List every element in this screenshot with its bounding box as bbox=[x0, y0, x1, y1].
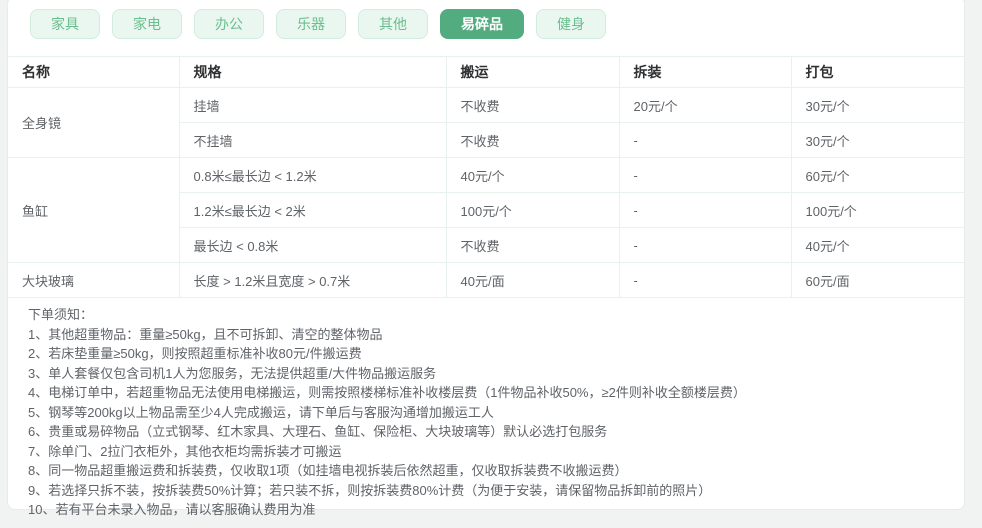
pack-cell: 60元/个 bbox=[791, 157, 964, 193]
pack-cell: 100元/个 bbox=[791, 192, 964, 228]
notes-title: 下单须知： bbox=[28, 307, 94, 322]
disassemble-cell: - bbox=[619, 122, 792, 158]
note-item: 5、钢琴等200kg以上物品需至少4人完成搬运，请下单后与客服沟通增加搬运工人 bbox=[28, 404, 494, 420]
column-header-name: 名称 bbox=[8, 56, 180, 88]
price-table-body: 全身镜 挂墙 不收费 20元/个 30元/个 不挂墙 不收费 -30元/个 鱼缸 0.8米≤最长边… bbox=[8, 87, 964, 298]
spec-cell: 挂墙 bbox=[179, 87, 447, 123]
pack-cell: 30元/个 bbox=[791, 122, 964, 158]
move-cell: 不收费 bbox=[446, 227, 620, 263]
tab-2[interactable]: 家电 bbox=[112, 9, 182, 39]
item-name-cell: 鱼缸 bbox=[8, 157, 180, 263]
spec-cell: 长度 > 1.2米且宽度 > 0.7米 bbox=[179, 262, 447, 298]
column-header-spec: 规格 bbox=[179, 56, 447, 88]
note-item: 2、若床垫重量≥50kg，则按照超重标准补收80元/件搬运费 bbox=[28, 346, 362, 361]
item-name-cell: 大块玻璃 bbox=[8, 262, 180, 298]
table-row: 鱼缸 0.8米≤最长边 < 1.2米 40元/个 -60元/个 bbox=[8, 157, 964, 263]
note-item: 6、贵重或易碎物品（立式钢琴、红木家具、大理石、鱼缸、保险柜、大块玻璃等）默认必… bbox=[28, 424, 608, 439]
note-item: 10、若有平台未录入物品，请以客服确认费用为准 bbox=[28, 502, 316, 517]
note-item: 9、若选择只拆不装，按拆装费50%计算；若只装不拆，则按拆装费80%计费（为便于… bbox=[28, 482, 712, 498]
spec-cell: 1.2米≤最长边 < 2米 bbox=[179, 192, 447, 228]
price-table: 名称 规格 搬运 拆装 打包 全身镜 挂墙 不收费 20元/个 30元/个 不挂墙 不收费 -… bbox=[8, 56, 964, 298]
disassemble-cell: - bbox=[619, 192, 792, 228]
move-cell: 100元/个 bbox=[446, 192, 620, 228]
tab-6-active[interactable]: 易碎品 bbox=[440, 9, 524, 39]
column-header-move: 搬运 bbox=[446, 56, 620, 88]
order-notes: 下单须知： 1、其他超重物品：重量≥50kg，且不可拆卸、清空的整体物品 2、若床… bbox=[8, 298, 964, 520]
move-cell: 40元/面 bbox=[446, 262, 620, 298]
disassemble-cell: - bbox=[619, 227, 792, 263]
note-item: 4、电梯订单中，若超重物品无法使用电梯搬运，则需按照楼梯标准补收楼层费（1件物品… bbox=[28, 385, 746, 400]
pack-cell: 60元/面 bbox=[791, 262, 964, 298]
item-name-cell: 全身镜 bbox=[8, 87, 180, 158]
tab-4[interactable]: 乐器 bbox=[276, 9, 346, 39]
note-item: 7、除单门、2拉门衣柜外，其他衣柜均需拆装才可搬运 bbox=[28, 443, 342, 459]
pack-cell: 40元/个 bbox=[791, 227, 964, 263]
table-row: 大块玻璃 长度 > 1.2米且宽度 > 0.7米 40元/面 -60元/面 bbox=[8, 262, 964, 298]
column-header-pack: 打包 bbox=[791, 56, 964, 88]
table-header-row: 名称 规格 搬运 拆装 打包 bbox=[8, 56, 964, 88]
category-tabbar: 家具 家电 办公 乐器 其他 易碎品 健身 bbox=[8, 0, 964, 56]
spec-cell: 0.8米≤最长边 < 1.2米 bbox=[179, 157, 447, 193]
move-cell: 不收费 bbox=[446, 87, 620, 123]
tab-1[interactable]: 家具 bbox=[30, 9, 100, 39]
spec-cell: 最长边 < 0.8米 bbox=[179, 227, 447, 263]
note-item: 8、同一物品超重搬运费和拆装费，仅收取1项（如挂墙电视拆装后依然超重，仅收取拆装… bbox=[28, 463, 628, 478]
pack-cell: 30元/个 bbox=[791, 87, 964, 123]
spec-cell: 不挂墙 bbox=[179, 122, 447, 158]
move-cell: 40元/个 bbox=[446, 157, 620, 193]
column-header-disassemble: 拆装 bbox=[619, 56, 792, 88]
disassemble-cell: - bbox=[619, 157, 792, 193]
table-row: 全身镜 挂墙 不收费 20元/个 30元/个 bbox=[8, 87, 964, 158]
disassemble-cell: - bbox=[619, 262, 792, 298]
disassemble-cell: 20元/个 bbox=[619, 87, 792, 123]
move-cell: 不收费 bbox=[446, 122, 620, 158]
tab-3[interactable]: 办公 bbox=[194, 9, 264, 39]
tab-7[interactable]: 健身 bbox=[536, 9, 606, 39]
note-item: 1、其他超重物品：重量≥50kg，且不可拆卸、清空的整体物品 bbox=[28, 326, 383, 342]
note-item: 3、单人套餐仅包含司机1人为您服务，无法提供超重/大件物品搬运服务 bbox=[28, 365, 437, 381]
pricing-card: 家具 家电 办公 乐器 其他 易碎品 健身 名称 规格 搬运 拆装 打包 全身镜 挂墙 不收费 2… bbox=[7, 0, 965, 517]
tab-5[interactable]: 其他 bbox=[358, 9, 428, 39]
